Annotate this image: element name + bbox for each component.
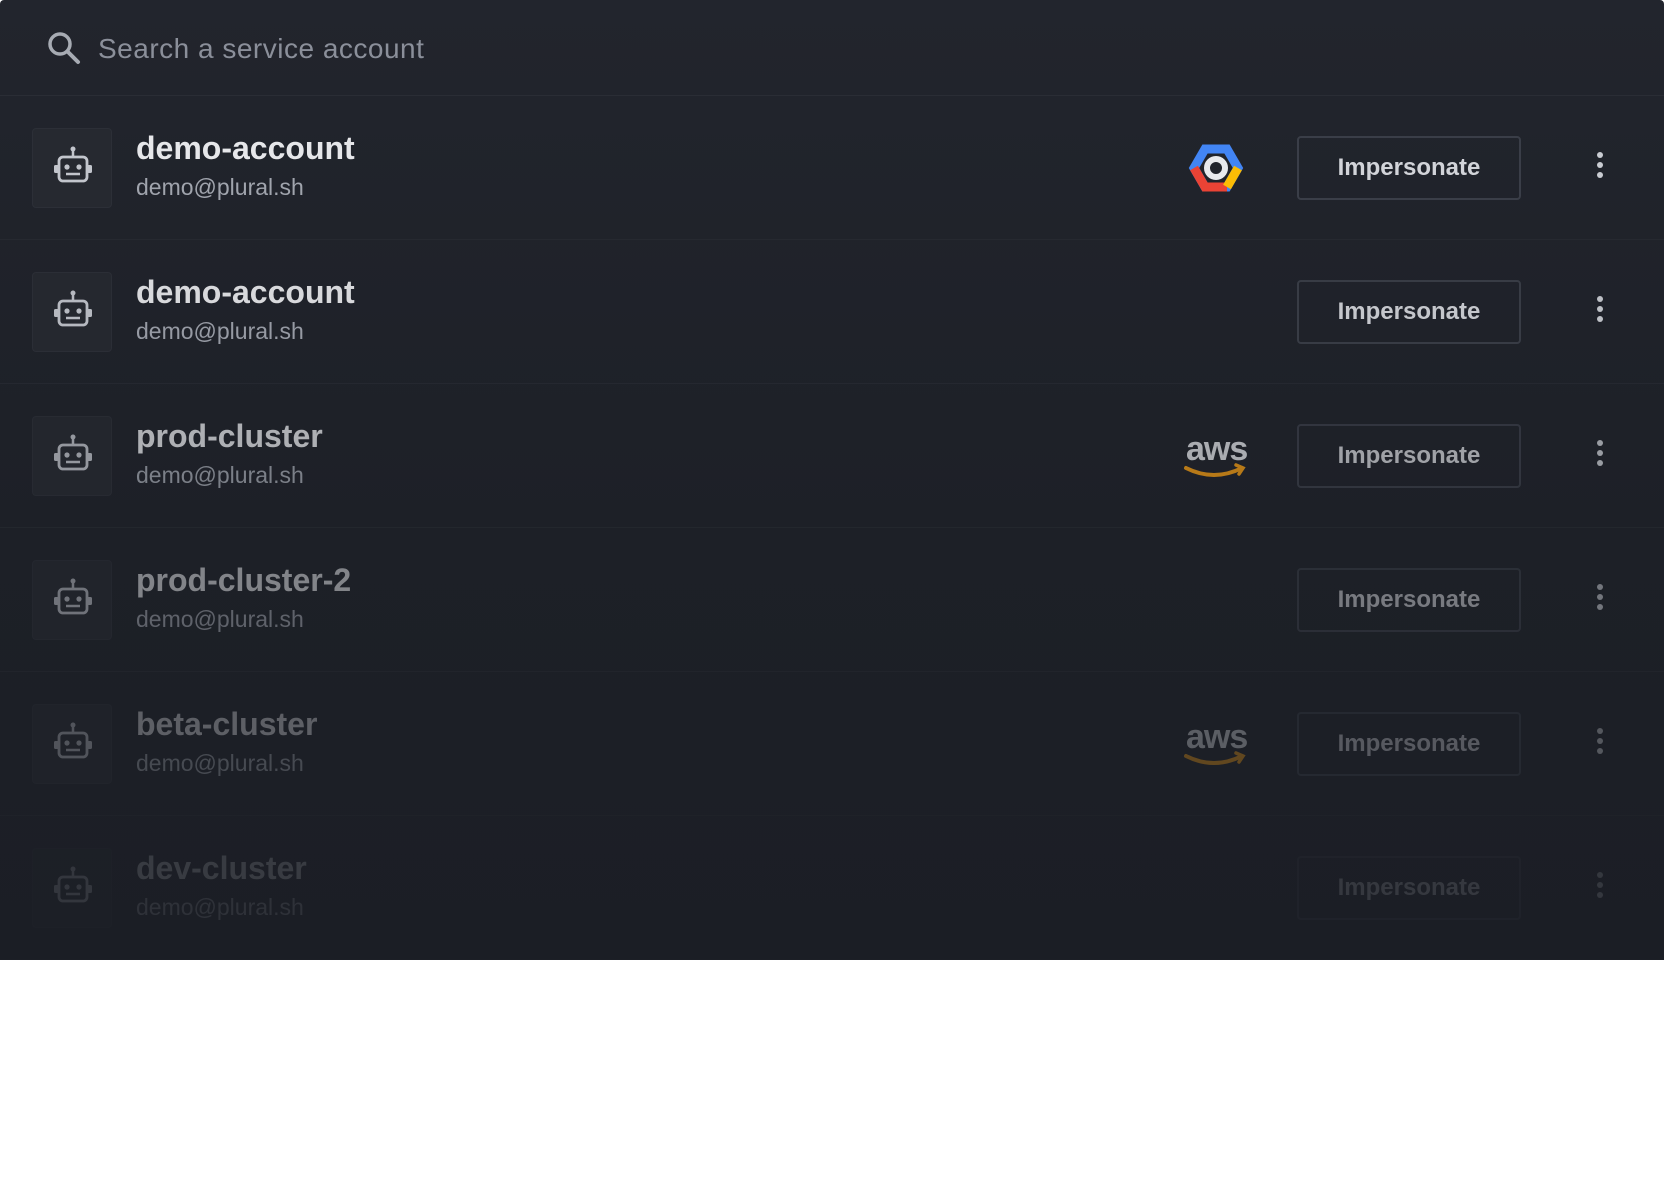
search-icon — [48, 32, 80, 64]
robot-icon — [54, 290, 92, 327]
impersonate-button[interactable]: Impersonate — [1297, 280, 1521, 344]
impersonate-button[interactable]: Impersonate — [1297, 856, 1521, 920]
account-name: prod-cluster — [136, 418, 323, 454]
account-name: dev-cluster — [136, 850, 307, 886]
account-row: prod-cluster demo@plural.sh aws Imperson… — [0, 384, 1664, 528]
search-bar — [0, 0, 1664, 96]
account-name: prod-cluster-2 — [136, 562, 352, 598]
impersonate-button[interactable]: Impersonate — [1297, 424, 1521, 488]
more-options-icon[interactable] — [1584, 868, 1616, 908]
more-options-icon[interactable] — [1584, 436, 1616, 476]
account-row: prod-cluster-2 demo@plural.sh Impersonat… — [0, 528, 1664, 672]
account-row: demo-account demo@plural.sh Impersonate — [0, 96, 1664, 240]
more-options-icon[interactable] — [1584, 148, 1616, 188]
account-email: demo@plural.sh — [136, 462, 304, 488]
account-email: demo@plural.sh — [136, 894, 304, 920]
account-email: demo@plural.sh — [136, 750, 304, 776]
aws-logo-text: aws — [1186, 430, 1247, 468]
search-input[interactable] — [96, 26, 1000, 72]
robot-icon — [54, 866, 92, 903]
robot-icon — [54, 722, 92, 759]
impersonate-button[interactable]: Impersonate — [1297, 568, 1521, 632]
account-email: demo@plural.sh — [136, 318, 304, 344]
account-row: dev-cluster demo@plural.sh Impersonate — [0, 816, 1664, 960]
avatar — [32, 272, 112, 352]
service-accounts-panel: demo-account demo@plural.sh Impersonate — [0, 0, 1664, 960]
more-options-icon[interactable] — [1584, 292, 1616, 332]
impersonate-button[interactable]: Impersonate — [1297, 712, 1521, 776]
avatar — [32, 704, 112, 784]
account-row: demo-account demo@plural.sh Impersonate — [0, 240, 1664, 384]
more-options-icon[interactable] — [1584, 580, 1616, 620]
robot-icon — [54, 434, 92, 471]
avatar — [32, 848, 112, 928]
gcp-logo-icon — [1188, 144, 1244, 192]
aws-logo-icon: aws — [1184, 718, 1248, 765]
aws-logo-icon: aws — [1184, 430, 1248, 477]
robot-icon — [54, 578, 92, 615]
account-email: demo@plural.sh — [136, 174, 304, 200]
more-options-icon[interactable] — [1584, 724, 1616, 764]
avatar — [32, 128, 112, 208]
aws-logo-text: aws — [1186, 718, 1247, 756]
account-row: beta-cluster demo@plural.sh aws Imperson… — [0, 672, 1664, 816]
avatar — [32, 560, 112, 640]
impersonate-button[interactable]: Impersonate — [1297, 136, 1521, 200]
avatar — [32, 416, 112, 496]
robot-icon — [54, 146, 92, 183]
account-name: demo-account — [136, 274, 355, 310]
account-name: demo-account — [136, 130, 355, 166]
account-name: beta-cluster — [136, 706, 318, 742]
account-email: demo@plural.sh — [136, 606, 304, 632]
